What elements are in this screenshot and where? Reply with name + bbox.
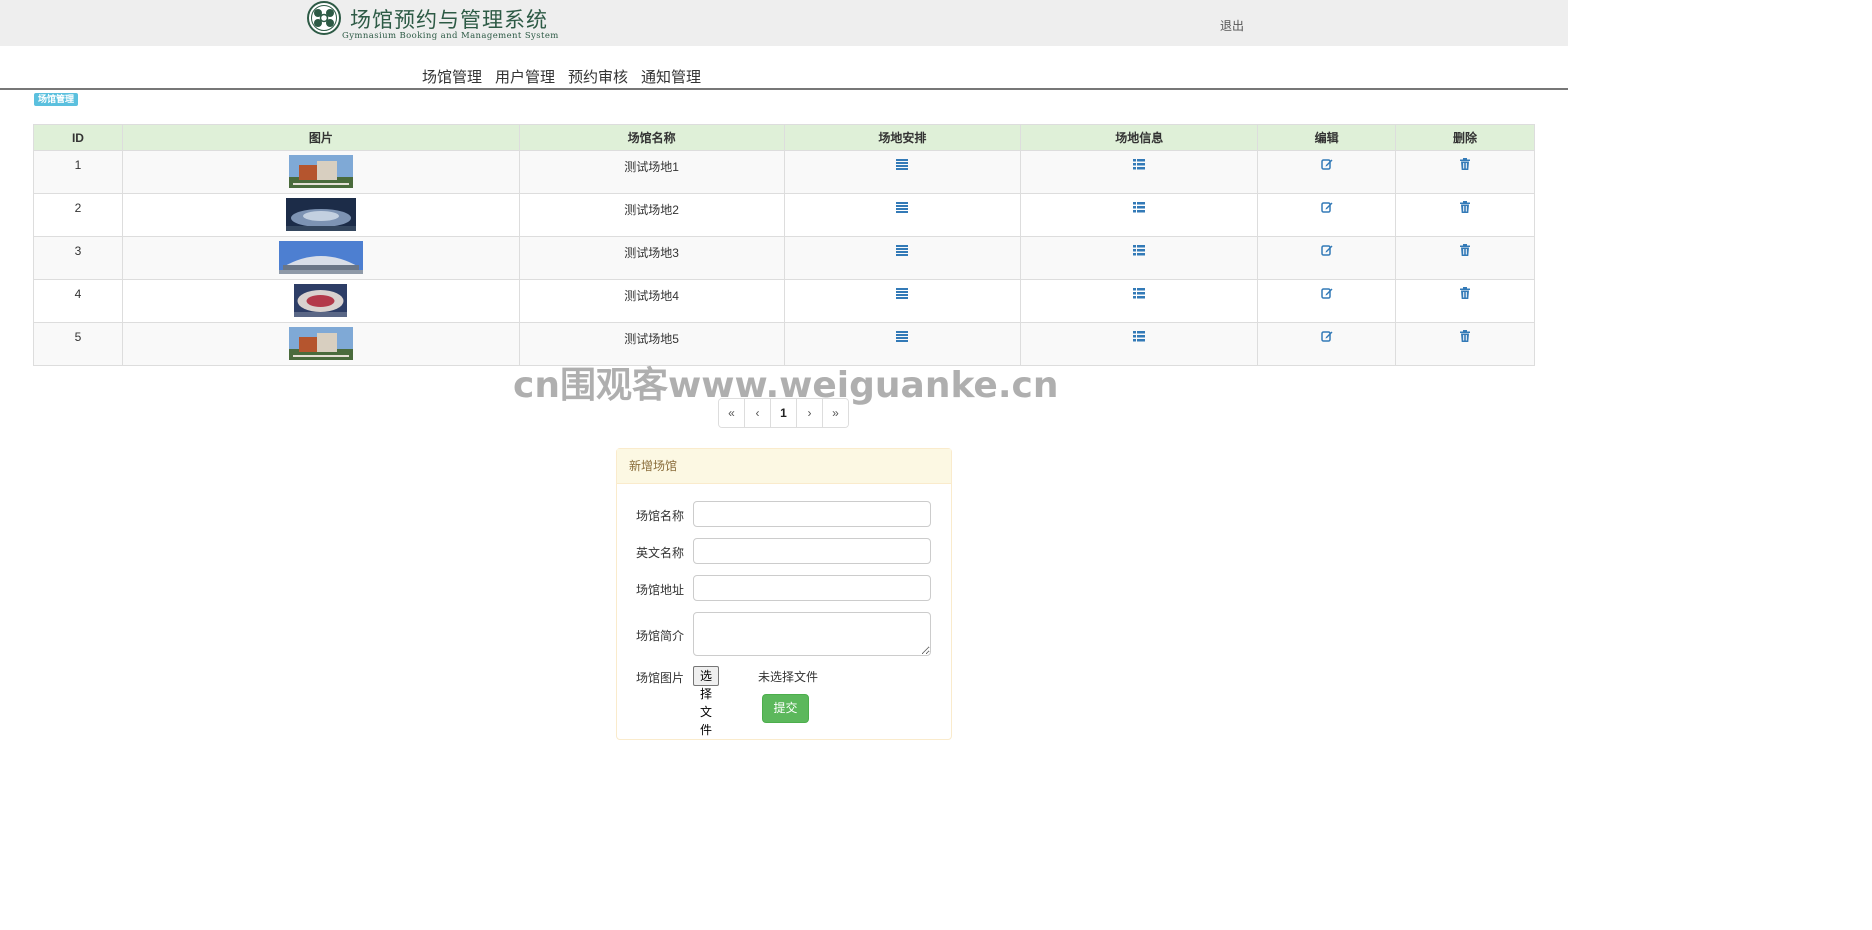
nav-item-user-management[interactable]: 用户管理	[495, 66, 555, 87]
pagination-last-button[interactable]: »	[823, 399, 848, 427]
cell-id: 3	[33, 236, 123, 280]
nav-divider	[0, 88, 1568, 90]
add-venue-panel: 新增场馆 场馆名称 英文名称 场馆地址 场馆简介 场馆图片 选择文件 未选择文件…	[616, 448, 952, 740]
venue-intro-textarea[interactable]	[693, 612, 931, 656]
list-icon[interactable]	[896, 158, 909, 170]
venue-address-label: 场馆地址	[636, 583, 685, 597]
list-icon[interactable]	[896, 287, 909, 299]
cell-name: 测试场地3	[518, 236, 785, 280]
column-header-delete: 删除	[1395, 124, 1535, 151]
column-header-image: 图片	[121, 124, 520, 151]
table-row: 2 测试场地2	[33, 193, 1535, 237]
trash-icon[interactable]	[1459, 201, 1471, 213]
list-ul-icon[interactable]	[1133, 330, 1146, 342]
pagination-first-button[interactable]: «	[719, 399, 745, 427]
cell-name: 测试场地2	[518, 193, 785, 237]
section-badge: 场馆管理	[34, 93, 79, 106]
venue-name-input[interactable]	[693, 501, 931, 527]
table-row: 3 测试场地3	[33, 236, 1535, 280]
submit-button[interactable]: 提交	[762, 694, 809, 723]
pagination: « ‹ 1 › »	[718, 398, 849, 428]
pagination-page-1[interactable]: 1	[771, 399, 797, 427]
list-ul-icon[interactable]	[1133, 287, 1146, 299]
edit-icon[interactable]	[1320, 158, 1333, 170]
site-logo[interactable]: 场馆预约与管理系统 Gymnasium Booking and Manageme…	[307, 1, 558, 43]
trash-icon[interactable]	[1459, 158, 1471, 170]
add-venue-panel-title: 新增场馆	[617, 449, 951, 484]
trash-icon[interactable]	[1459, 244, 1471, 256]
edit-icon[interactable]	[1320, 244, 1333, 256]
top-header: 场馆预约与管理系统 Gymnasium Booking and Manageme…	[0, 0, 1568, 46]
venue-table: ID 图片 场馆名称 场地安排 场地信息 编辑 删除 1 测试场地1 2 测试场…	[33, 124, 1535, 366]
table-row: 4 测试场地4	[33, 279, 1535, 323]
cell-id: 2	[33, 193, 123, 237]
nav-item-venue-management[interactable]: 场馆管理	[422, 66, 482, 87]
english-name-label: 英文名称	[636, 546, 685, 560]
english-name-input[interactable]	[693, 538, 931, 564]
cell-id: 1	[33, 150, 123, 194]
cell-name: 测试场地4	[518, 279, 785, 323]
trash-icon[interactable]	[1459, 287, 1471, 299]
cell-name: 测试场地1	[518, 150, 785, 194]
column-header-info: 场地信息	[1020, 124, 1259, 151]
list-icon[interactable]	[896, 201, 909, 213]
logo-subtitle: Gymnasium Booking and Management System	[342, 31, 559, 41]
venue-address-input[interactable]	[693, 575, 931, 601]
cell-id: 5	[33, 322, 123, 366]
edit-icon[interactable]	[1320, 287, 1333, 299]
venue-thumbnail	[288, 155, 353, 188]
nav-item-notice-management[interactable]: 通知管理	[641, 66, 701, 87]
list-icon[interactable]	[896, 330, 909, 342]
venue-thumbnail	[285, 198, 356, 231]
edit-icon[interactable]	[1320, 330, 1333, 342]
pagination-prev-button[interactable]: ‹	[745, 399, 771, 427]
edit-icon[interactable]	[1320, 201, 1333, 213]
logo-title: 场馆预约与管理系统	[350, 8, 548, 32]
cell-id: 4	[33, 279, 123, 323]
table-header-row: ID 图片 场馆名称 场地安排 场地信息 编辑 删除	[33, 124, 1535, 151]
no-file-chosen-text: 未选择文件	[758, 670, 819, 684]
table-row: 1 测试场地1	[33, 150, 1535, 194]
list-icon[interactable]	[896, 244, 909, 256]
venue-intro-label: 场馆简介	[636, 629, 685, 643]
venue-image-label: 场馆图片	[636, 671, 685, 685]
column-header-id: ID	[33, 124, 123, 151]
logout-link[interactable]: 退出	[1220, 17, 1244, 34]
column-header-name: 场馆名称	[518, 124, 785, 151]
main-nav: 场馆管理 用户管理 预约审核 通知管理	[422, 66, 714, 87]
list-ul-icon[interactable]	[1133, 158, 1146, 170]
venue-thumbnail	[288, 327, 353, 360]
nav-item-booking-review[interactable]: 预约审核	[568, 66, 628, 87]
trash-icon[interactable]	[1459, 330, 1471, 342]
list-ul-icon[interactable]	[1133, 201, 1146, 213]
venue-thumbnail	[294, 284, 348, 317]
venue-thumbnail	[278, 241, 363, 274]
venue-name-label: 场馆名称	[636, 509, 685, 523]
column-header-schedule: 场地安排	[783, 124, 1022, 151]
column-header-edit: 编辑	[1257, 124, 1397, 151]
pagination-next-button[interactable]: ›	[797, 399, 823, 427]
logo-emblem-icon	[307, 1, 341, 35]
choose-file-button[interactable]: 选择文件	[693, 666, 720, 737]
list-ul-icon[interactable]	[1133, 244, 1146, 256]
